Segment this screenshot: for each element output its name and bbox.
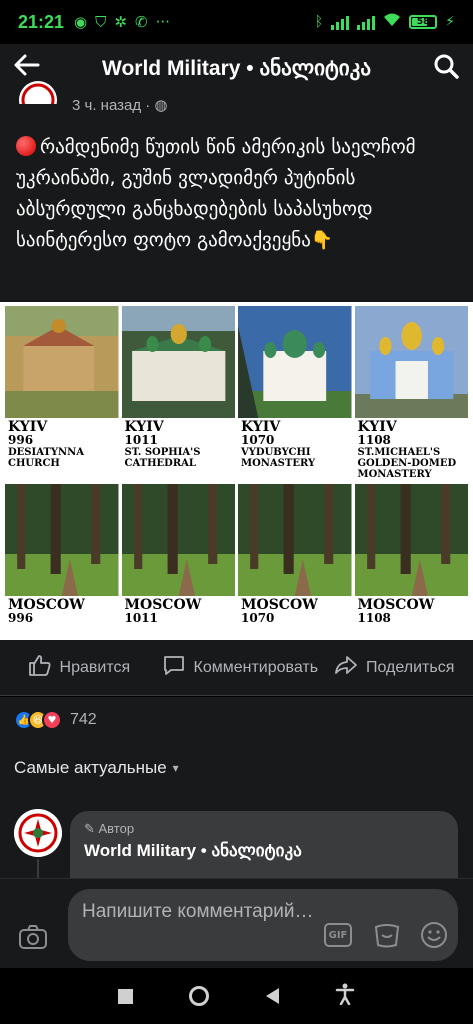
comment-bubble[interactable]: ✎ Автор World Military • ანალიტიკა bbox=[70, 811, 458, 878]
caption-city: MOSCOW bbox=[241, 597, 318, 613]
post-time: 3 ч. назад bbox=[72, 97, 142, 114]
camera-icon[interactable] bbox=[18, 924, 48, 954]
recents-button[interactable] bbox=[118, 988, 134, 1004]
thumbs-up-icon bbox=[28, 653, 52, 682]
caption-city: KYIV bbox=[8, 419, 48, 435]
moscow-caption-1: MOSCOW 996 bbox=[5, 596, 119, 640]
caption-year: 996 bbox=[8, 611, 34, 625]
forest-photo-4 bbox=[354, 484, 468, 596]
caption-year: 1070 bbox=[241, 611, 275, 625]
caption-year: 996 bbox=[8, 433, 34, 447]
phone-icon: ✆ bbox=[134, 13, 148, 31]
kyiv-caption-3: KYIV 1070 VYDUBYCHI MONASTERY bbox=[238, 418, 352, 484]
thread-line bbox=[37, 859, 39, 878]
page-title: World Military • ანალიტიკა bbox=[102, 56, 371, 80]
wifi-icon bbox=[383, 13, 401, 31]
post-actions: Нравится Комментировать Поделиться bbox=[0, 640, 473, 696]
caption-year: 1108 bbox=[357, 611, 391, 625]
like-label: Нравится bbox=[59, 658, 131, 676]
sort-label: Самые актуальные bbox=[14, 758, 167, 777]
bluetooth-icon: ᛒ bbox=[314, 14, 324, 30]
share-label: Поделиться bbox=[366, 658, 455, 676]
comment-button[interactable]: Комментировать bbox=[158, 653, 319, 682]
accessibility-icon[interactable] bbox=[335, 983, 355, 1009]
vydubychi-monastery-photo bbox=[238, 306, 352, 418]
home-button[interactable] bbox=[189, 986, 210, 1006]
gif-button[interactable]: GIF bbox=[324, 923, 352, 947]
app-bar: World Military • ანალიტიკა bbox=[0, 44, 473, 92]
forest-photo-1 bbox=[5, 484, 119, 596]
post-image[interactable]: KYIV 996 DESIATYNNA CHURCH KYIV 1011 ST.… bbox=[0, 302, 473, 640]
red-circle-icon bbox=[16, 136, 36, 156]
app-notification-icon: ◉ bbox=[74, 13, 88, 31]
comment-item: ✎ Автор World Military • ანალიტიკა bbox=[0, 793, 473, 878]
pointing-down-icon: 👇 bbox=[310, 230, 334, 251]
caption-city: KYIV bbox=[357, 419, 397, 435]
moscow-caption-2: MOSCOW 1011 bbox=[122, 596, 236, 640]
signal-icon-2 bbox=[357, 14, 376, 30]
caption-city: MOSCOW bbox=[124, 597, 202, 613]
back-arrow-icon[interactable] bbox=[14, 53, 54, 83]
chevron-down-icon: ▾ bbox=[172, 761, 179, 775]
caption-name: DESIATYNNA CHURCH bbox=[8, 447, 85, 469]
reaction-count: 742 bbox=[70, 711, 97, 728]
system-nav-bar bbox=[0, 968, 473, 1024]
system-icons: ᛒ 58 ⚡ bbox=[315, 13, 455, 31]
caption-year: 1108 bbox=[357, 433, 391, 447]
shield-icon: ⛉ bbox=[95, 13, 107, 31]
caption-name: ST. SOPHIA'S CATHEDRAL bbox=[124, 447, 201, 469]
moscow-caption-4: MOSCOW 1108 bbox=[355, 596, 469, 640]
st-michaels-monastery-photo bbox=[354, 306, 468, 418]
st-sophia-cathedral-photo bbox=[121, 306, 235, 418]
status-bar: 21:21 ◉ ⛉ ✲ ✆ ··· ᛒ 58 ⚡ bbox=[0, 0, 473, 44]
caption-city: MOSCOW bbox=[357, 597, 435, 613]
forest-photo-2 bbox=[121, 484, 235, 596]
comment-sort-dropdown[interactable]: Самые актуальные ▾ bbox=[0, 743, 473, 793]
like-button[interactable]: Нравится bbox=[0, 653, 158, 682]
kyiv-caption-2: KYIV 1011 ST. SOPHIA'S CATHEDRAL bbox=[122, 418, 236, 484]
moscow-caption-3: MOSCOW 1070 bbox=[238, 596, 352, 640]
share-button[interactable]: Поделиться bbox=[315, 653, 473, 682]
caption-name: ST.MICHAEL'S GOLDEN-DOMED MONASTERY bbox=[357, 447, 457, 480]
author-badge: ✎ Автор bbox=[84, 821, 135, 836]
page-avatar[interactable] bbox=[18, 80, 58, 104]
post-body: რამდენიმე წუთის წინ ამერიკის საელჩომ უკრ… bbox=[16, 136, 416, 251]
battery-icon: 58 bbox=[409, 15, 438, 29]
emoji-icon[interactable] bbox=[420, 921, 448, 953]
caption-year: 1011 bbox=[124, 433, 158, 447]
share-icon bbox=[334, 653, 358, 682]
caption-city: KYIV bbox=[241, 419, 281, 435]
globe-icon: ◍ bbox=[154, 97, 168, 114]
love-reaction-icon: ♥ bbox=[42, 710, 62, 730]
signal-icon bbox=[331, 14, 350, 30]
charging-icon: ⚡ bbox=[445, 14, 455, 30]
more-icon: ··· bbox=[155, 13, 170, 31]
caption-year: 1070 bbox=[241, 433, 275, 447]
settings-icon: ✲ bbox=[114, 13, 127, 31]
desiatynna-church-photo bbox=[5, 306, 119, 418]
reactions-summary[interactable]: 👍 😆 ♥ 742 bbox=[0, 697, 473, 743]
caption-city: MOSCOW bbox=[8, 597, 85, 613]
post-header: 3 ч. назад · ◍ bbox=[0, 81, 473, 122]
post-meta: 3 ч. назад · ◍ bbox=[72, 97, 168, 114]
comment-label: Комментировать bbox=[193, 658, 319, 676]
caption-name: VYDUBYCHI MONASTERY bbox=[241, 447, 316, 469]
comment-author-name[interactable]: World Military • ანალიტიკა bbox=[84, 841, 444, 861]
comment-composer: Напишите комментарий… GIF bbox=[0, 878, 473, 968]
reaction-icons: 👍 😆 ♥ bbox=[14, 710, 62, 730]
kyiv-caption-1: KYIV 996 DESIATYNNA CHURCH bbox=[5, 418, 119, 484]
caption-city: KYIV bbox=[124, 419, 164, 435]
kyiv-caption-4: KYIV 1108 ST.MICHAEL'S GOLDEN-DOMED MONA… bbox=[355, 418, 469, 484]
notification-icons: ◉ ⛉ ✲ ✆ ··· bbox=[74, 13, 170, 31]
sticker-icon[interactable] bbox=[372, 921, 402, 953]
caption-year: 1011 bbox=[124, 611, 158, 625]
forest-photo-3 bbox=[238, 484, 352, 596]
comment-icon bbox=[162, 653, 186, 682]
status-time: 21:21 bbox=[18, 11, 65, 32]
back-button[interactable] bbox=[265, 988, 279, 1004]
comment-avatar[interactable] bbox=[14, 809, 62, 857]
author-badge-label: Автор bbox=[98, 821, 135, 836]
post-text: რამდენიმე წუთის წინ ამერიკის საელჩომ უკრ… bbox=[0, 122, 473, 302]
search-icon[interactable] bbox=[419, 53, 459, 83]
